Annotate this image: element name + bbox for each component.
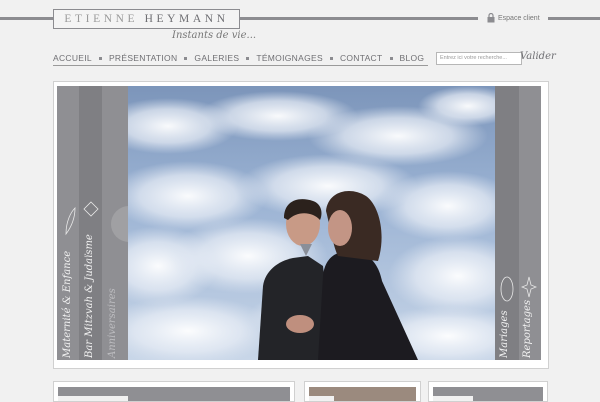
bottom-block-3 bbox=[428, 381, 548, 402]
diamond-icon bbox=[83, 201, 99, 217]
slider-photo-graphic bbox=[128, 86, 495, 360]
header-line-middle bbox=[240, 17, 478, 20]
search-input[interactable]: Entrez ici votre recherche... bbox=[436, 52, 522, 65]
nav-underline bbox=[53, 65, 428, 66]
nav-separator bbox=[389, 56, 393, 60]
logo-name-first: ETIENNE bbox=[64, 13, 139, 25]
nav-item-accueil[interactable]: ACCUEIL bbox=[53, 53, 92, 63]
nav-item-temoignages[interactable]: TÉMOIGNAGES bbox=[256, 53, 323, 63]
client-space-label: Espace client bbox=[498, 14, 540, 22]
feather-icon bbox=[65, 207, 76, 236]
nav-separator bbox=[184, 56, 188, 60]
bottom-block-tab bbox=[309, 396, 334, 401]
logo-name-last: HEYMANN bbox=[144, 13, 229, 25]
lock-icon bbox=[487, 13, 495, 23]
bottom-block-tab bbox=[58, 396, 128, 401]
site-tagline: Instants de vie... bbox=[172, 30, 257, 41]
category-label-reportages[interactable]: Reportages bbox=[522, 300, 533, 358]
nav-item-blog[interactable]: BLOG bbox=[400, 53, 425, 63]
slider-prev-icon[interactable] bbox=[107, 206, 129, 242]
category-label-maternite[interactable]: Maternité & Enfance bbox=[62, 251, 73, 358]
ring-icon bbox=[500, 276, 514, 302]
nav-separator bbox=[246, 56, 250, 60]
bottom-block-2 bbox=[304, 381, 421, 402]
nav-separator bbox=[98, 56, 102, 60]
client-space-link[interactable]: Espace client bbox=[487, 13, 540, 23]
main-nav: ACCUEIL PRÉSENTATION GALERIES TÉMOIGNAGE… bbox=[53, 53, 424, 63]
category-label-anniversaires[interactable]: Anniversaires bbox=[107, 288, 118, 358]
nav-separator bbox=[329, 56, 333, 60]
slider-right-panel: Mariages Reportages bbox=[495, 86, 541, 360]
slider-photo-couple[interactable] bbox=[128, 86, 495, 360]
bottom-block-1 bbox=[53, 381, 295, 402]
bottom-block-tab bbox=[433, 396, 473, 401]
nav-item-contact[interactable]: CONTACT bbox=[340, 53, 383, 63]
star-icon bbox=[521, 276, 537, 298]
category-label-bar-mitzvah[interactable]: Bar Mitzvah & Judaïsme bbox=[84, 234, 95, 358]
header-line-right bbox=[548, 17, 600, 20]
search-submit-button[interactable]: Valider bbox=[520, 51, 556, 62]
header-line-left bbox=[0, 17, 53, 20]
nav-item-galeries[interactable]: GALERIES bbox=[194, 53, 239, 63]
slider-left-panel: Maternité & Enfance Bar Mitzvah & Judaïs… bbox=[57, 86, 129, 360]
category-label-mariages[interactable]: Mariages bbox=[499, 310, 510, 358]
site-logo[interactable]: ETIENNE HEYMANN bbox=[53, 9, 240, 29]
nav-item-presentation[interactable]: PRÉSENTATION bbox=[109, 53, 177, 63]
